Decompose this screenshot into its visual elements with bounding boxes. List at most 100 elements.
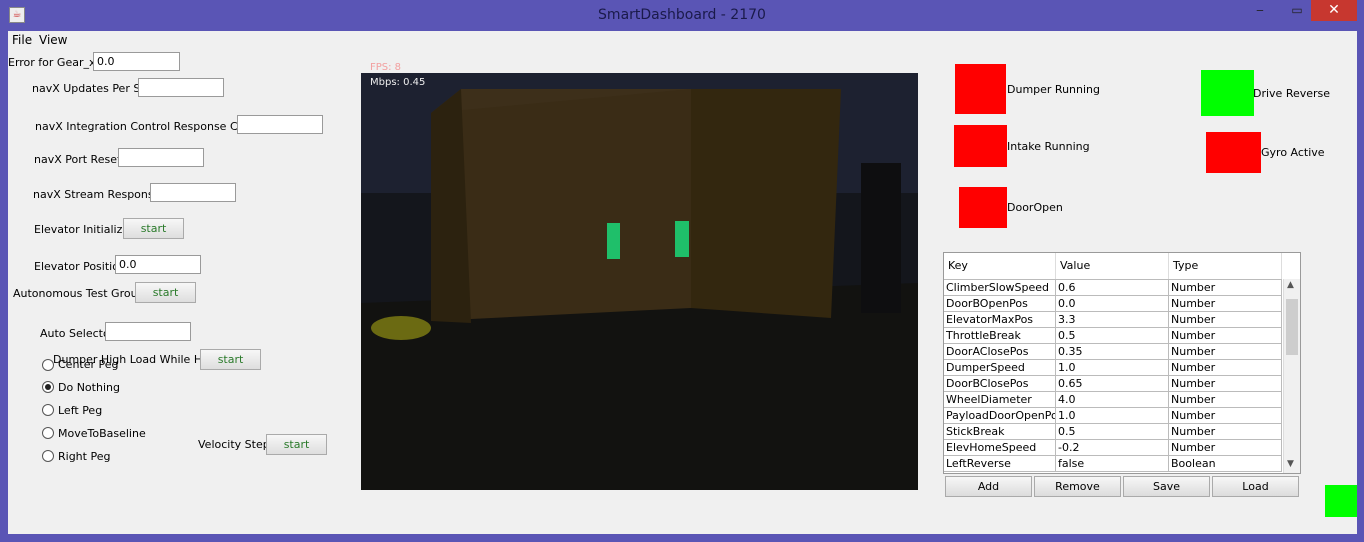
add-button[interactable]: Add (945, 476, 1032, 497)
preferences-table: Key Value Type ClimberSlowSpeed 0.6 Number… (943, 252, 1301, 474)
cell-type[interactable]: Number (1169, 328, 1282, 344)
navx-updates-label: navX Updates Per Sec (32, 82, 154, 95)
cell-value[interactable]: 4.0 (1056, 392, 1169, 408)
camera-image (361, 73, 918, 490)
title-bar: ☕ SmartDashboard - 2170 ‒ ▭ ✕ (0, 0, 1364, 31)
table-row[interactable]: ElevHomeSpeed -0.2 Number (944, 440, 1282, 456)
menu-file[interactable]: File (12, 33, 32, 47)
table-header: Key Value Type (944, 253, 1282, 280)
radio-do-nothing[interactable] (42, 381, 54, 393)
camera-fps-readout: FPS: 8 (370, 62, 402, 73)
table-row[interactable]: DumperSpeed 1.0 Number (944, 360, 1282, 376)
cell-type[interactable]: Number (1169, 360, 1282, 376)
door-open-label: DoorOpen (1007, 201, 1063, 214)
radio-right-peg[interactable] (42, 450, 54, 462)
table-row[interactable]: ElevatorMaxPos 3.3 Number (944, 312, 1282, 328)
intake-running-indicator (954, 125, 1007, 167)
cell-type[interactable]: Number (1169, 408, 1282, 424)
velocity-step-start-button[interactable]: start (266, 434, 327, 455)
dumper-running-label: Dumper Running (1007, 83, 1101, 96)
cell-key[interactable]: PayloadDoorOpenPos (944, 408, 1056, 424)
smartdashboard-window: ☕ SmartDashboard - 2170 ‒ ▭ ✕ File View … (0, 0, 1364, 542)
elevator-init-label: Elevator Initialize (34, 223, 130, 236)
cell-type[interactable]: Number (1169, 424, 1282, 440)
cell-value[interactable]: 0.35 (1056, 344, 1169, 360)
menu-bar: File View (8, 31, 1357, 49)
table-row[interactable]: PayloadDoorOpenPos 1.0 Number (944, 408, 1282, 424)
cell-value[interactable]: 0.0 (1056, 296, 1169, 312)
cell-key[interactable]: ElevatorMaxPos (944, 312, 1056, 328)
camera-stream: Mbps: 0.45 (361, 73, 918, 490)
cell-type[interactable]: Number (1169, 312, 1282, 328)
navx-updates-field[interactable] (138, 78, 224, 97)
menu-view[interactable]: View (39, 33, 67, 47)
cell-key[interactable]: ElevHomeSpeed (944, 440, 1056, 456)
cell-value[interactable]: 3.3 (1056, 312, 1169, 328)
header-key[interactable]: Key (944, 253, 1056, 279)
radio-left-peg[interactable] (42, 404, 54, 416)
cell-type[interactable]: Number (1169, 440, 1282, 456)
table-row[interactable]: ThrottleBreak 0.5 Number (944, 328, 1282, 344)
drive-reverse-label: Drive Reverse (1253, 87, 1331, 100)
cell-key[interactable]: DoorBClosePos (944, 376, 1056, 392)
scroll-down-icon[interactable]: ▼ (1287, 459, 1294, 469)
scroll-up-icon[interactable]: ▲ (1287, 280, 1294, 290)
close-button[interactable]: ✕ (1311, 0, 1357, 21)
navx-port-resets-field[interactable] (118, 148, 204, 167)
radio-right-peg-label: Right Peg (58, 450, 111, 463)
cell-type[interactable]: Number (1169, 344, 1282, 360)
autonomous-test-start-button[interactable]: start (135, 282, 196, 303)
cell-value[interactable]: -0.2 (1056, 440, 1169, 456)
error-gear-label: Error for Gear_x: (8, 56, 100, 69)
table-row[interactable]: ClimberSlowSpeed 0.6 Number (944, 280, 1282, 296)
dumper-high-load-label: Dumper High Load While Held (53, 353, 219, 366)
table-row[interactable]: StickBreak 0.5 Number (944, 424, 1282, 440)
cell-key[interactable]: DoorAClosePos (944, 344, 1056, 360)
save-button[interactable]: Save (1123, 476, 1210, 497)
cell-key[interactable]: DumperSpeed (944, 360, 1056, 376)
cell-value[interactable]: 0.65 (1056, 376, 1169, 392)
minimize-button[interactable]: ‒ (1247, 0, 1273, 21)
cell-value[interactable]: 1.0 (1056, 360, 1169, 376)
cell-value[interactable]: 0.6 (1056, 280, 1169, 296)
header-value[interactable]: Value (1056, 253, 1169, 279)
cell-key[interactable]: StickBreak (944, 424, 1056, 440)
cell-value[interactable]: 1.0 (1056, 408, 1169, 424)
cell-key[interactable]: ClimberSlowSpeed (944, 280, 1056, 296)
cell-type[interactable]: Number (1169, 296, 1282, 312)
table-row[interactable]: DoorBClosePos 0.65 Number (944, 376, 1282, 392)
cell-key[interactable]: ThrottleBreak (944, 328, 1056, 344)
cell-key[interactable]: WheelDiameter (944, 392, 1056, 408)
intake-running-label: Intake Running (1007, 140, 1090, 153)
table-row[interactable]: DoorBOpenPos 0.0 Number (944, 296, 1282, 312)
load-button[interactable]: Load (1212, 476, 1299, 497)
cell-key[interactable]: DoorBOpenPos (944, 296, 1056, 312)
radio-move-to-baseline-label: MoveToBaseline (58, 427, 146, 440)
maximize-button[interactable]: ▭ (1284, 0, 1310, 21)
cell-type[interactable]: Number (1169, 280, 1282, 296)
navx-stream-label: navX Stream Responses (33, 188, 167, 201)
error-gear-field[interactable]: 0.0 (93, 52, 180, 71)
cell-type[interactable]: Boolean (1169, 456, 1282, 472)
table-row[interactable]: WheelDiameter 4.0 Number (944, 392, 1282, 408)
table-row[interactable]: DoorAClosePos 0.35 Number (944, 344, 1282, 360)
elevator-position-field[interactable]: 0.0 (115, 255, 201, 274)
navx-stream-field[interactable] (150, 183, 236, 202)
header-type[interactable]: Type (1169, 253, 1282, 279)
auto-selector-field[interactable] (105, 322, 191, 341)
cell-key[interactable]: LeftReverse (944, 456, 1056, 472)
navx-integration-field[interactable] (237, 115, 323, 134)
table-scrollbar[interactable]: ▲ ▼ (1283, 279, 1300, 473)
cell-value[interactable]: false (1056, 456, 1169, 472)
dumper-high-load-start-button[interactable]: start (200, 349, 261, 370)
radio-move-to-baseline[interactable] (42, 427, 54, 439)
cell-type[interactable]: Number (1169, 376, 1282, 392)
remove-button[interactable]: Remove (1034, 476, 1121, 497)
scroll-thumb[interactable] (1286, 299, 1298, 355)
elevator-init-start-button[interactable]: start (123, 218, 184, 239)
cell-value[interactable]: 0.5 (1056, 424, 1169, 440)
table-row[interactable]: LeftReverse false Boolean (944, 456, 1282, 472)
cell-type[interactable]: Number (1169, 392, 1282, 408)
velocity-step-label: Velocity Step (198, 438, 270, 451)
cell-value[interactable]: 0.5 (1056, 328, 1169, 344)
